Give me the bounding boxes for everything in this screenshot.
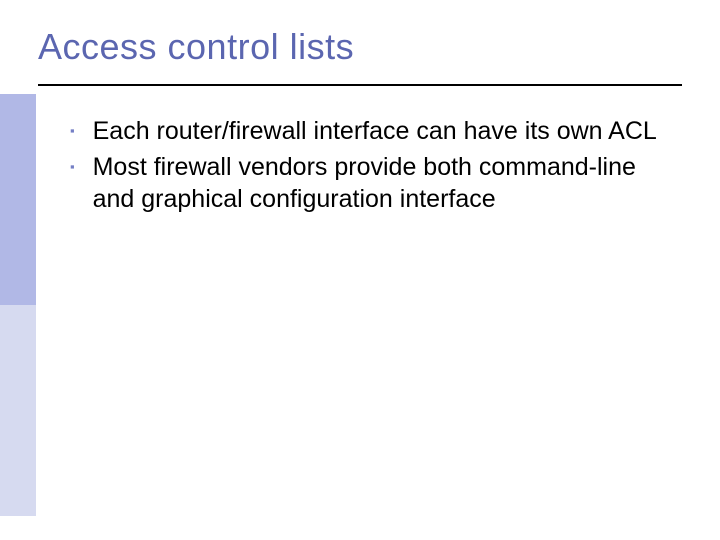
slide-content: ▪ Each router/firewall interface can hav… bbox=[70, 115, 670, 219]
title-divider bbox=[38, 84, 682, 86]
sidebar-accent-bottom bbox=[0, 305, 36, 516]
bullet-icon: ▪ bbox=[70, 123, 75, 138]
list-item: ▪ Most firewall vendors provide both com… bbox=[70, 151, 670, 215]
sidebar-accent-top bbox=[0, 94, 36, 305]
list-item: ▪ Each router/firewall interface can hav… bbox=[70, 115, 670, 147]
bullet-text: Each router/firewall interface can have … bbox=[93, 115, 657, 147]
bullet-text: Most firewall vendors provide both comma… bbox=[93, 151, 670, 215]
slide-title: Access control lists bbox=[38, 26, 354, 68]
bullet-icon: ▪ bbox=[70, 159, 75, 174]
